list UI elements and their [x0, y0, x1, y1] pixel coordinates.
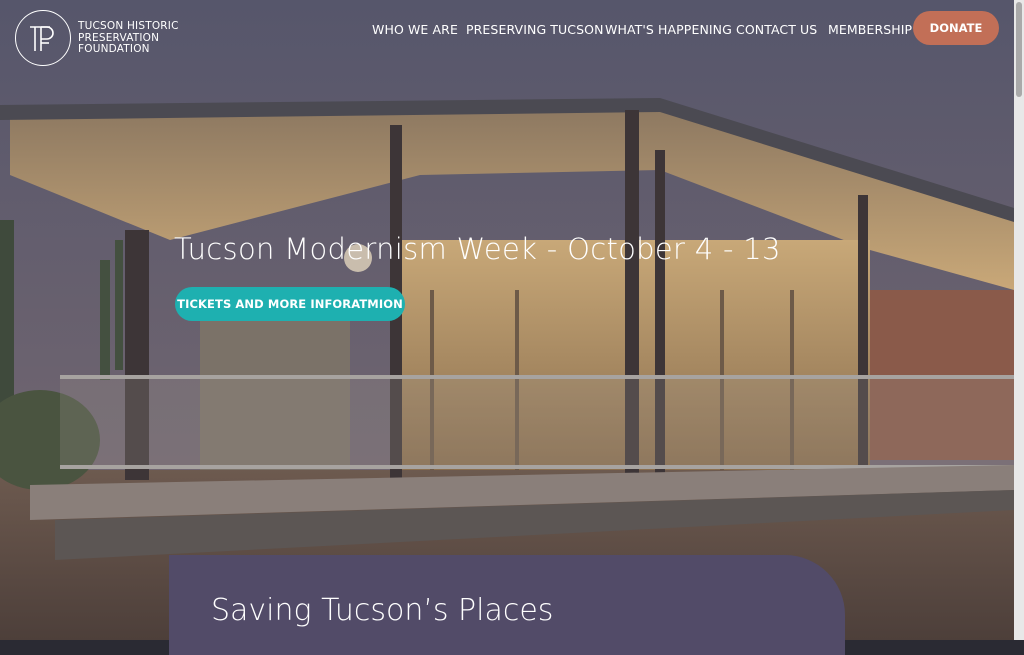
hero-headline: Tucson Modernism Week - October 4 - 13	[174, 232, 781, 266]
nav-item-who-we-are[interactable]: WHO WE ARE	[372, 22, 458, 37]
brand-line-3: FOUNDATION	[78, 43, 150, 55]
section-title: Saving Tucson’s Places	[211, 593, 554, 628]
hero-image	[0, 0, 1014, 640]
site-header: TUCSON HISTORIC PRESERVATION FOUNDATION …	[0, 0, 1014, 76]
nav-item-whats-happening[interactable]: WHAT'S HAPPENING	[605, 22, 732, 37]
nav-item-preserving-tucson[interactable]: PRESERVING TUCSON	[466, 22, 604, 37]
brand-name[interactable]: TUCSON HISTORIC PRESERVATION FOUNDATION	[78, 20, 179, 56]
thpf-monogram-icon-graphic	[30, 26, 54, 51]
tickets-button[interactable]: TICKETS AND MORE INFORATMION	[175, 287, 405, 321]
donate-button[interactable]: DONATE	[913, 11, 999, 45]
brand-line-1: TUCSON HISTORIC	[78, 20, 179, 32]
modernist-house-illustration	[0, 0, 1014, 640]
page-scrollbar[interactable]	[1014, 0, 1024, 640]
nav-item-contact-us[interactable]: CONTACT US	[736, 22, 817, 37]
thpf-monogram-icon[interactable]	[15, 10, 71, 66]
saving-places-card: Saving Tucson’s Places	[169, 555, 845, 655]
nav-item-membership[interactable]: MEMBERSHIP	[828, 22, 912, 37]
scrollbar-thumb[interactable]	[1016, 2, 1022, 97]
